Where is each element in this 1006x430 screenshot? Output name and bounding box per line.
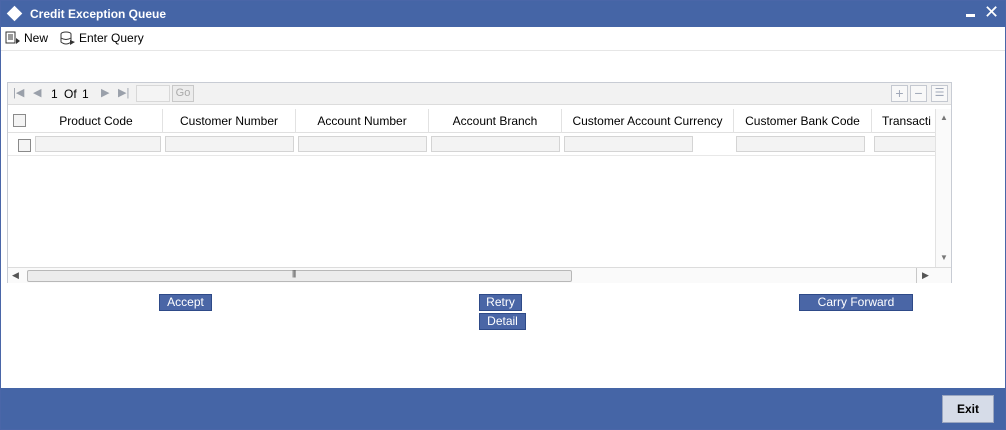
customer-account-currency-field[interactable] [564, 136, 693, 152]
select-all-checkbox[interactable] [13, 114, 26, 127]
customer-number-field[interactable] [165, 136, 294, 152]
title-bar: Credit Exception Queue ✕ [1, 1, 1005, 27]
enter-query-icon [60, 31, 75, 45]
add-row-icon[interactable]: + [891, 85, 908, 102]
close-icon[interactable]: ✕ [984, 2, 1000, 22]
column-header-customer-bank-code[interactable]: Customer Bank Code [734, 109, 872, 133]
product-code-field[interactable] [35, 136, 161, 152]
first-page-icon[interactable]: |◀ [13, 86, 24, 99]
column-header-account-branch[interactable]: Account Branch [429, 109, 562, 133]
last-page-icon[interactable]: ▶| [118, 86, 129, 99]
app-diamond-icon [6, 5, 23, 22]
of-label: Of [64, 87, 77, 101]
detail-button[interactable]: Detail [479, 313, 526, 330]
horizontal-scrollbar[interactable]: ◀ ▶ [8, 267, 951, 283]
exception-grid: |◀ ◀ 1 Of 1 ▶ ▶| Go + − ☰ Product Code C… [7, 82, 952, 283]
vertical-scrollbar[interactable]: ▲ ▼ [935, 109, 951, 267]
column-header-transaction[interactable]: Transacti [872, 109, 935, 133]
exit-button[interactable]: Exit [942, 395, 994, 423]
new-button[interactable]: New [5, 29, 48, 47]
customer-bank-code-field[interactable] [736, 136, 865, 152]
current-page: 1 [51, 87, 58, 101]
accept-button[interactable]: Accept [159, 294, 212, 311]
scroll-left-icon[interactable]: ◀ [12, 270, 19, 281]
transaction-field[interactable] [874, 136, 935, 152]
column-header-customer-number[interactable]: Customer Number [163, 109, 296, 133]
table-row [8, 134, 935, 156]
total-pages: 1 [82, 87, 89, 101]
go-button[interactable]: Go [172, 85, 194, 102]
delete-row-icon[interactable]: − [910, 85, 927, 102]
table-header: Product Code Customer Number Account Num… [8, 109, 935, 133]
enter-query-button[interactable]: Enter Query [59, 29, 144, 47]
account-branch-field[interactable] [431, 136, 560, 152]
scroll-track-divider [916, 268, 917, 283]
carry-forward-button[interactable]: Carry Forward [799, 294, 913, 311]
retry-button[interactable]: Retry [479, 294, 522, 311]
scroll-right-icon[interactable]: ▶ [922, 270, 929, 281]
credit-exception-queue-window: Credit Exception Queue ✕ New Enter Query [0, 0, 1006, 430]
toolbar: New Enter Query [1, 27, 1005, 51]
enter-query-label: Enter Query [79, 31, 144, 45]
scroll-down-icon[interactable]: ▼ [940, 253, 948, 262]
horizontal-scroll-thumb[interactable] [27, 269, 572, 282]
column-header-account-number[interactable]: Account Number [296, 109, 429, 133]
next-page-icon[interactable]: ▶ [101, 86, 109, 99]
row-checkbox[interactable] [18, 139, 31, 152]
scroll-up-icon[interactable]: ▲ [940, 113, 948, 122]
previous-page-icon[interactable]: ◀ [33, 86, 41, 99]
minimize-icon[interactable] [964, 6, 978, 20]
new-button-label: New [24, 31, 49, 45]
column-header-customer-account-currency[interactable]: Customer Account Currency [562, 109, 734, 133]
account-number-field[interactable] [298, 136, 427, 152]
view-list-icon[interactable]: ☰ [931, 85, 948, 102]
footer-bar: Exit [1, 388, 1005, 429]
column-header-product-code[interactable]: Product Code [30, 109, 163, 133]
goto-page-input[interactable] [136, 85, 170, 102]
new-record-icon [5, 31, 20, 44]
window-title: Credit Exception Queue [30, 7, 167, 21]
pagination-bar: |◀ ◀ 1 Of 1 ▶ ▶| Go + − ☰ [8, 83, 951, 105]
